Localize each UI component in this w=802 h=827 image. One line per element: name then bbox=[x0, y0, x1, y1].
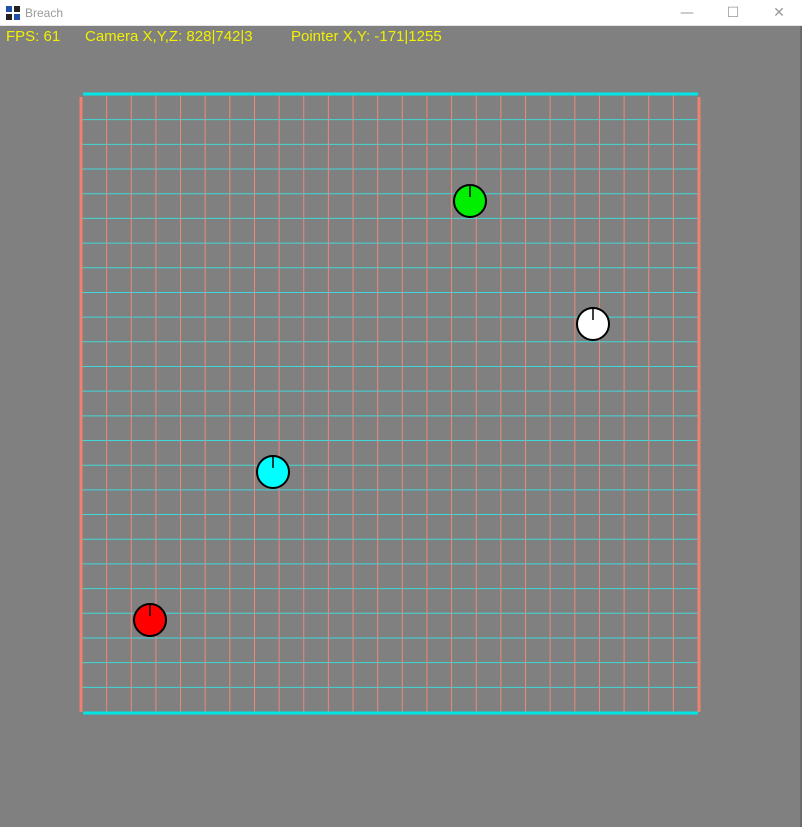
maximize-icon: ☐ bbox=[726, 5, 740, 21]
camera-readout: Camera X,Y,Z: 828|742|3 bbox=[85, 28, 253, 45]
maximize-button[interactable]: ☐ bbox=[710, 0, 756, 26]
game-viewport[interactable] bbox=[0, 26, 802, 827]
arena[interactable] bbox=[0, 26, 802, 827]
close-button[interactable]: ✕ bbox=[756, 0, 802, 26]
game-window: Breach — ☐ ✕ FPS: 61 Camera X,Y,Z: 828|7… bbox=[0, 0, 802, 827]
player-white[interactable] bbox=[576, 307, 610, 341]
player-red[interactable] bbox=[133, 603, 167, 637]
minimize-icon: — bbox=[680, 5, 694, 21]
title-bar[interactable]: Breach — ☐ ✕ bbox=[0, 0, 802, 26]
player-green[interactable] bbox=[453, 184, 487, 218]
minimize-button[interactable]: — bbox=[664, 0, 710, 26]
fps-readout: FPS: 61 bbox=[6, 28, 61, 45]
player-cyan[interactable] bbox=[256, 455, 290, 489]
pointer-readout: Pointer X,Y: -171|1255 bbox=[291, 28, 442, 45]
close-icon: ✕ bbox=[773, 5, 785, 21]
window-title: Breach bbox=[25, 6, 64, 20]
breach-app-icon bbox=[6, 6, 20, 20]
